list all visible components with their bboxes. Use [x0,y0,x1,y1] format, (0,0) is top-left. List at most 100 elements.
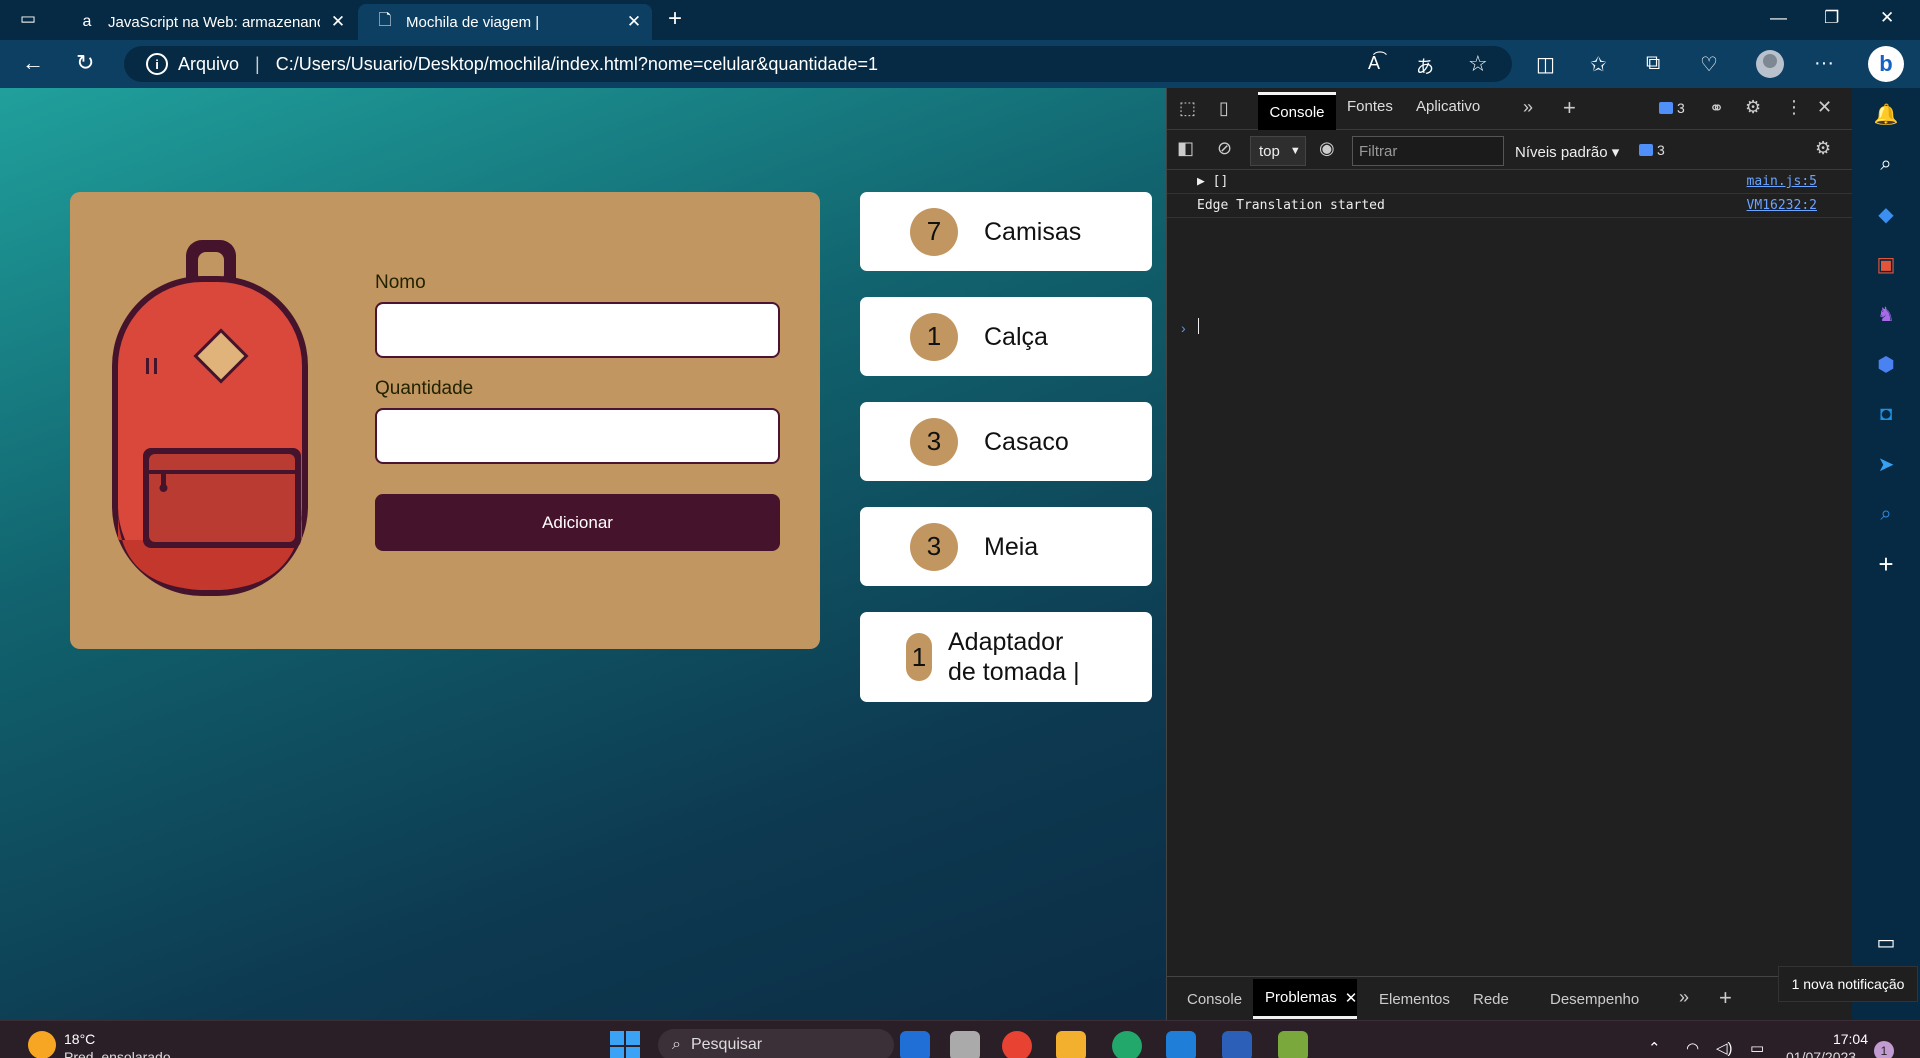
nome-input[interactable] [375,302,780,358]
battery-icon[interactable]: ▭ [1750,1039,1764,1057]
tab-actions-icon[interactable]: ▭ [20,9,36,29]
more-tabs-icon[interactable]: » [1679,987,1689,1008]
devtools-close-icon[interactable]: ✕ [1817,97,1832,118]
page-viewport: Nomo Quantidade Adicionar 7 Camisas 1 Ca… [0,88,1166,1020]
console-prompt-cursor[interactable] [1198,318,1199,334]
quantidade-input[interactable] [375,408,780,464]
shopping-tag-icon[interactable]: ◆ [1872,200,1900,228]
item-quantity: 1 [906,633,932,681]
add-button[interactable]: Adicionar [375,494,780,551]
taskbar-time[interactable]: 17:04 [1822,1031,1868,1047]
favorite-star-icon[interactable]: ☆ [1468,51,1488,77]
notification-toast[interactable]: 1 nova notificação [1778,966,1918,1002]
messages-badge[interactable]: 3 [1659,100,1685,116]
settings-gear-icon[interactable]: ⚙ [1745,97,1761,118]
drawer-tab-elementos[interactable]: Elementos [1379,991,1450,1008]
issues-badge[interactable]: 3 [1639,142,1665,158]
devtools-toolbar: ⬚ ▯ Console Fontes Aplicativo » + 3 ⚭ ⚙ … [1167,88,1853,130]
console-settings-icon[interactable]: ⚙ [1815,138,1831,159]
weather-condition: Pred. ensolarado [64,1049,171,1058]
tab-aplicativo[interactable]: Aplicativo [1416,98,1480,115]
volume-icon[interactable]: ◁) [1716,1039,1733,1057]
bing-copilot-icon[interactable]: b [1868,46,1904,82]
live-expression-eye-icon[interactable]: ◉ [1319,138,1335,159]
split-screen-icon[interactable]: ◫ [1536,52,1555,77]
tools-briefcase-icon[interactable]: ▣ [1872,250,1900,278]
tab-fontes[interactable]: Fontes [1347,98,1393,115]
close-icon[interactable]: ✕ [320,12,356,32]
add-icon[interactable]: + [1872,549,1900,579]
tab-javascript[interactable]: a JavaScript na Web: armazenando ✕ [60,4,356,40]
back-icon[interactable]: ← [22,50,44,76]
filter-input[interactable]: Filtrar [1352,136,1504,166]
alura-favicon-icon: a [82,13,92,30]
app-icon[interactable] [1278,1031,1308,1058]
levels-dropdown[interactable]: Níveis padrão ▾ [1515,143,1619,161]
list-item: 1 Adaptador de tomada | [860,612,1152,702]
taskbar-search[interactable]: ⌕ Pesquisar [658,1029,894,1058]
console-line[interactable]: ▶ [] main.js:5 [1167,170,1853,194]
drawer-tab-console[interactable]: Console [1187,991,1242,1008]
item-name: Camisas [984,217,1082,246]
weather-sun-icon[interactable] [28,1031,56,1058]
inspect-icon[interactable]: ⬚ [1179,98,1196,119]
chevron-up-icon[interactable]: ⌃ [1648,1039,1661,1057]
notification-count-badge[interactable]: 1 [1874,1041,1894,1058]
collections-icon[interactable]: ⧉ [1646,52,1660,75]
games-icon[interactable]: ♞ [1872,300,1900,328]
new-tab-icon[interactable]: + [668,5,682,33]
search-icon[interactable]: ⌕ [1872,150,1900,178]
drop-icon[interactable]: ➤ [1872,450,1900,478]
console-source-link[interactable]: main.js:5 [1747,174,1817,189]
drawer-tab-problemas[interactable]: Problemas ✕ [1253,979,1357,1019]
window-close-icon[interactable]: ✕ [1880,8,1894,28]
translate-icon[interactable]: あ [1416,53,1434,79]
hide-sidebar-icon[interactable]: ▭ [1872,928,1900,956]
outlook-icon[interactable]: ◘ [1872,400,1900,428]
refresh-icon[interactable]: ↻ [76,50,94,76]
device-emulation-icon[interactable]: ▯ [1219,98,1229,119]
restore-icon[interactable]: ❐ [1824,8,1839,28]
close-icon[interactable]: ✕ [1345,989,1358,1007]
read-aloud-icon[interactable]: A͡ [1368,53,1380,74]
tab-console[interactable]: Console [1258,92,1336,130]
file-explorer-icon[interactable] [1056,1031,1086,1058]
add-tab-icon[interactable]: + [1563,95,1576,121]
vscode-icon[interactable] [1166,1031,1196,1058]
profile-avatar[interactable] [1756,50,1784,78]
word-icon[interactable] [1222,1031,1252,1058]
more-tabs-icon[interactable]: » [1523,97,1533,118]
context-selector[interactable]: top ▼ [1250,136,1306,166]
tab-mochila[interactable]: 🗋 Mochila de viagem | ✕ [358,4,652,40]
chrome-icon[interactable] [1002,1031,1032,1058]
address-bar: ← ↻ i Arquivo | C:/Users/Usuario/Desktop… [0,40,1920,88]
browser-essentials-icon[interactable]: ♡ [1700,52,1718,77]
close-icon[interactable]: ✕ [616,12,652,32]
tab-title: Mochila de viagem | [406,13,540,31]
minimize-icon[interactable]: — [1770,8,1787,28]
drawer-tab-desempenho[interactable]: Desempenho [1550,991,1639,1008]
sidebar-toggle-icon[interactable]: ◧ [1177,138,1194,159]
add-tab-icon[interactable]: + [1719,985,1732,1011]
drawer-tab-label: Problemas [1265,989,1337,1006]
more-vert-icon[interactable]: ⋮ [1785,97,1803,118]
console-text: Edge Translation started [1197,198,1385,213]
bing-search-icon[interactable]: ⌕ [1872,500,1900,528]
bing-app-icon[interactable] [900,1031,930,1058]
drawer-tab-rede[interactable]: Rede [1473,991,1509,1008]
favorites-icon[interactable]: ✩ [1590,52,1607,77]
search-label: Pesquisar [690,1036,763,1053]
microsoft365-icon[interactable]: ⬢ [1872,350,1900,378]
console-source-link[interactable]: VM16232:2 [1747,198,1817,213]
connected-devices-icon[interactable]: ⚭ [1709,98,1724,119]
file-app-icon[interactable] [950,1031,980,1058]
item-quantity: 3 [910,522,958,571]
url-field[interactable]: i Arquivo | C:/Users/Usuario/Desktop/moc… [124,46,1512,82]
info-icon[interactable]: i [146,53,168,75]
start-icon[interactable] [610,1031,640,1058]
clear-console-icon[interactable]: ⊘ [1217,138,1232,159]
wifi-icon[interactable]: ◠ [1686,1039,1699,1057]
edge-icon[interactable] [1112,1031,1142,1058]
bell-icon[interactable]: 🔔 [1872,100,1900,128]
more-options-icon[interactable]: ··· [1814,52,1834,75]
